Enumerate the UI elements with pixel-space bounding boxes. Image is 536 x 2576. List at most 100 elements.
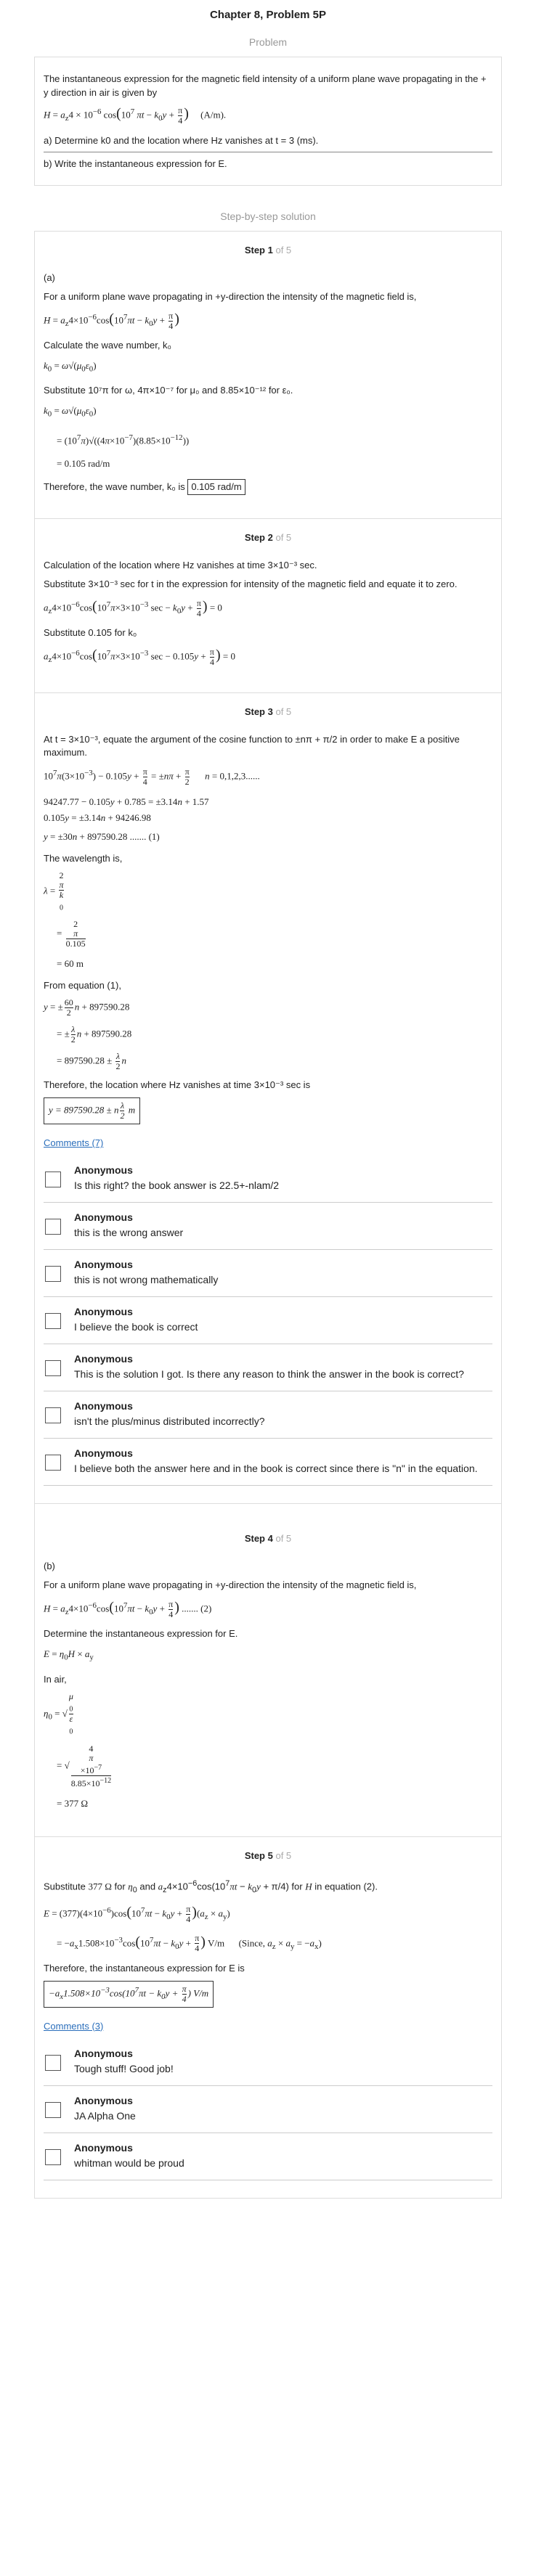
equation: = 0.105 rad/m <box>57 458 110 470</box>
avatar <box>45 1219 61 1235</box>
equation: λ = 2πk0 <box>44 870 64 912</box>
step-text: For a uniform plane wave propagating in … <box>44 290 417 302</box>
answer-box: y = 897590.28 ± nλ2 m <box>44 1097 141 1125</box>
comment-author: Anonymous <box>74 1306 133 1318</box>
comment: Anonymous JA Alpha One <box>44 2086 492 2133</box>
equation: = −ax1.508×10−3cos(107πt − k0y + π 4) V/m… <box>57 1933 322 1954</box>
equation: = ± λ 2 n + 897590.28 <box>57 1024 132 1045</box>
step-title: Step 1 of 5 <box>244 244 292 255</box>
step-text: Substitute 10⁷π for ω, 4π×10⁻⁷ for μ₀ an… <box>44 385 293 396</box>
avatar <box>45 1313 61 1330</box>
comment: Anonymous This is the solution I got. Is … <box>44 1344 492 1392</box>
solution-card: Step 1 of 5 (a) For a uniform plane wave… <box>34 230 502 2199</box>
problem-equation: H = az4 × 10−6 cos(107 πt − k0y + π 4) (A… <box>44 105 227 126</box>
comment-text: JA Alpha One <box>74 2109 136 2122</box>
step-text: The wavelength is, <box>44 853 123 864</box>
equation: = (107π)√((4π×10−7)(8.85×10−12)) <box>57 433 190 446</box>
comment: Anonymous isn't the plus/minus distribute… <box>44 1391 492 1439</box>
step-text: Calculate the wave number, k₀ <box>44 339 171 351</box>
problem-statement: The instantaneous expression for the mag… <box>44 73 487 98</box>
equation: 107π(3×10−3) − 0.105y + π4 = ±nπ + π2 n … <box>44 766 260 788</box>
answer-box: −ax1.508×10−3cos(107πt − k0y + π 4) V/m <box>44 1980 214 2008</box>
comments-link[interactable]: Comments (7) <box>44 1137 492 1148</box>
avatar <box>45 2101 61 2118</box>
step-text: Calculation of the location where Hz van… <box>44 560 317 571</box>
comment: Anonymous Tough stuff! Good job! <box>44 2039 492 2086</box>
step-text: For a uniform plane wave propagating in … <box>44 1579 417 1591</box>
step-title: Step 3 of 5 <box>244 706 292 718</box>
comment: Anonymous whitman would be proud <box>44 2133 492 2180</box>
comment-text: I believe the book is correct <box>74 1321 198 1333</box>
comment: Anonymous this is not wrong mathematicall… <box>44 1250 492 1298</box>
equation: 94247.77 − 0.105y + 0.785 = ±3.14n + 1.5… <box>44 796 209 808</box>
step-1: Step 1 of 5 (a) For a uniform plane wave… <box>35 232 501 518</box>
comments-link[interactable]: Comments (3) <box>44 2021 492 2032</box>
step-text: Therefore, the instantaneous expression … <box>44 1962 245 1974</box>
step-text: (b) <box>44 1561 55 1572</box>
comment: Anonymous I believe the book is correct <box>44 1297 492 1345</box>
comment-text: Is this right? the book answer is 22.5+-… <box>74 1179 280 1192</box>
equation: k0 = ω√(μ0ε0) <box>44 405 97 420</box>
comment: Anonymous I believe both the answer here … <box>44 1439 492 1487</box>
avatar <box>45 1266 61 1283</box>
step-title: Step 2 of 5 <box>244 532 292 544</box>
avatar <box>45 1455 61 1471</box>
comment: Anonymous this is the wrong answer <box>44 1203 492 1251</box>
step-text: Therefore, the wave number, k₀ is 0.105 … <box>44 479 492 496</box>
comments-list: Anonymous Tough stuff! Good job! Anonymou… <box>44 2039 492 2180</box>
page: Chapter 8, Problem 5P Problem The instan… <box>0 0 536 2199</box>
comment-author: Anonymous <box>74 1211 133 1224</box>
step-4: Step 4 of 5 (b) For a uniform plane wave… <box>35 1503 501 1836</box>
step-3: Step 3 of 5 At t = 3×10⁻³, equate the ar… <box>35 692 501 1503</box>
avatar <box>45 1360 61 1377</box>
equation: = 377 Ω <box>57 1797 88 1809</box>
equation: = √ 4 π ×10−7 8.85×10−12 <box>57 1743 112 1788</box>
problem-part-b: b) Write the instantaneous expression fo… <box>44 158 227 169</box>
comment-author: Anonymous <box>74 1164 133 1177</box>
step-text: Substitute 3×10⁻³ sec for t in the expre… <box>44 578 458 590</box>
comment-author: Anonymous <box>74 2047 133 2059</box>
page-title: Chapter 8, Problem 5P <box>209 9 327 21</box>
step-title: Step 4 of 5 <box>244 1533 292 1545</box>
step-text: Substitute 0.105 for k₀ <box>44 627 137 639</box>
avatar <box>45 2148 61 2165</box>
step-text: Substitute 377 Ω for η0 and az4×10−6cos(… <box>44 1878 378 1894</box>
step-title: Step 5 of 5 <box>244 1849 292 1861</box>
comment-author: Anonymous <box>74 1400 133 1412</box>
comment-author: Anonymous <box>74 2141 133 2154</box>
equation: H = az4×10−6cos(107πt − k0y + π 4) ......… <box>44 1599 212 1620</box>
step-text: From equation (1), <box>44 980 121 991</box>
equation: = 60 m <box>57 958 84 970</box>
step-text: In air, <box>44 1673 67 1685</box>
problem-heading: Problem <box>248 36 288 48</box>
equation: η0 = √ μ 0 ε 0 <box>44 1690 73 1736</box>
equation: y = ±60 2 n + 897590.28 <box>44 997 130 1018</box>
comment-text: This is the solution I got. Is there any… <box>74 1368 464 1381</box>
avatar <box>45 1172 61 1188</box>
comment-text: this is not wrong mathematically <box>74 1274 219 1286</box>
comment-text: I believe both the answer here and in th… <box>74 1463 478 1475</box>
equation: H = az4×10−6cos(107πt − k0y + π 4) <box>44 310 179 331</box>
equation: k0 = ω√(μ0ε0) <box>44 359 97 374</box>
equation: 0.105y = ±3.14n + 94246.98 <box>44 812 151 824</box>
comment-text: isn't the plus/minus distributed incorre… <box>74 1415 265 1428</box>
step-text: Therefore, the location where Hz vanishe… <box>44 1079 311 1091</box>
comment-author: Anonymous <box>74 2094 133 2106</box>
step-2: Step 2 of 5 Calculation of the location … <box>35 518 501 692</box>
equation: = 897590.28 ± λ2n <box>57 1051 126 1072</box>
equation: az4×10−6cos(107π×3×10−3 sec − 0.105y + π… <box>44 647 235 668</box>
avatar <box>45 2054 61 2071</box>
problem-part-a: a) Determine k0 and the location where H… <box>44 134 319 146</box>
equation: y = ±30n + 897590.28 ....... (1) <box>44 831 160 843</box>
comment: Anonymous Is this right? the book answer … <box>44 1156 492 1203</box>
comment-text: this is the wrong answer <box>74 1227 184 1239</box>
equation: = 2 π 0.105 <box>57 919 86 949</box>
comments-list: Anonymous Is this right? the book answer … <box>44 1156 492 1487</box>
step-5: Step 5 of 5 Substitute 377 Ω for η0 and … <box>35 1836 501 2198</box>
step-text: At t = 3×10⁻³, equate the argument of th… <box>44 734 460 759</box>
equation: az4×10−6cos(107π×3×10−3 sec − k0y + π 4) … <box>44 598 222 619</box>
step-text: (a) <box>44 271 55 283</box>
comment-author: Anonymous <box>74 1259 133 1271</box>
equation: E = η0H × ay <box>44 1648 94 1662</box>
comment-text: whitman would be proud <box>74 2156 184 2169</box>
